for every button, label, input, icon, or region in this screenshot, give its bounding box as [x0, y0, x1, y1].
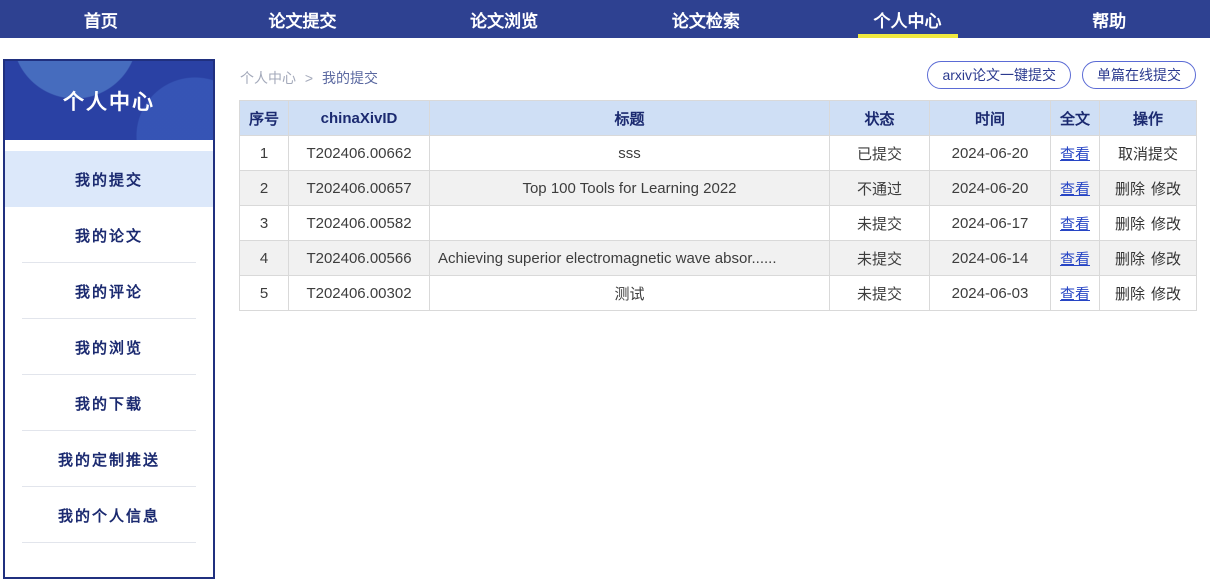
table-row: 2 T202406.00657 Top 100 Tools for Learni…: [239, 170, 1197, 206]
sidebar-item-my-profile[interactable]: 我的个人信息: [5, 487, 213, 543]
cell-no: 1: [239, 135, 289, 171]
nav-item-paper-submit[interactable]: 论文提交: [202, 0, 404, 38]
table-row: 4 T202406.00566 Achieving superior elect…: [239, 240, 1197, 276]
main-content: 个人中心 > 我的提交 arxiv论文一键提交 单篇在线提交 序号 chinaX…: [239, 59, 1197, 541]
breadcrumb: 个人中心 > 我的提交: [240, 68, 378, 88]
top-navbar: 首页 论文提交 论文浏览 论文检索 个人中心 帮助: [0, 0, 1210, 38]
sidebar-item-my-browsing[interactable]: 我的浏览: [5, 319, 213, 375]
cell-chinaxivid: T202406.00302: [288, 275, 430, 311]
submit-actions: arxiv论文一键提交 单篇在线提交: [927, 61, 1196, 89]
modify-link[interactable]: 修改: [1151, 181, 1181, 198]
cell-chinaxivid: T202406.00662: [288, 135, 430, 171]
nav-item-paper-browse[interactable]: 论文浏览: [403, 0, 605, 38]
cancel-submit-link[interactable]: 取消提交: [1118, 146, 1178, 163]
cell-title: [429, 205, 830, 241]
cell-chinaxivid: T202406.00657: [288, 170, 430, 206]
cell-title: sss: [429, 135, 830, 171]
cell-status: 已提交: [829, 135, 930, 171]
modify-link[interactable]: 修改: [1151, 251, 1181, 268]
cell-date: 2024-06-17: [929, 205, 1051, 241]
cell-date: 2024-06-20: [929, 135, 1051, 171]
cell-chinaxivid: T202406.00582: [288, 205, 430, 241]
table-row: 3 T202406.00582 未提交 2024-06-17 查看 删除 修改: [239, 205, 1197, 241]
cell-status: 未提交: [829, 275, 930, 311]
cell-title: Top 100 Tools for Learning 2022: [429, 170, 830, 206]
cell-date: 2024-06-20: [929, 170, 1051, 206]
arxiv-one-click-submit-button[interactable]: arxiv论文一键提交: [927, 61, 1071, 89]
sidebar-item-my-submissions[interactable]: 我的提交: [5, 151, 213, 207]
sidebar-item-my-comments[interactable]: 我的评论: [5, 263, 213, 319]
nav-item-personal-center[interactable]: 个人中心: [807, 0, 1009, 38]
view-fulltext-link[interactable]: 查看: [1060, 286, 1090, 303]
single-online-submit-button[interactable]: 单篇在线提交: [1082, 61, 1196, 89]
sidebar-item-my-downloads[interactable]: 我的下载: [5, 375, 213, 431]
modify-link[interactable]: 修改: [1151, 216, 1181, 233]
breadcrumb-separator: >: [304, 70, 314, 86]
cell-status: 未提交: [829, 240, 930, 276]
cell-date: 2024-06-14: [929, 240, 1051, 276]
view-fulltext-link[interactable]: 查看: [1060, 181, 1090, 198]
modify-link[interactable]: 修改: [1151, 286, 1181, 303]
header-no: 序号: [239, 100, 289, 136]
nav-item-personal-center-label: 个人中心: [873, 11, 942, 31]
header-action: 操作: [1099, 100, 1197, 136]
delete-link[interactable]: 删除: [1115, 216, 1145, 233]
cell-no: 3: [239, 205, 289, 241]
header-status: 状态: [829, 100, 930, 136]
cell-title: 测试: [429, 275, 830, 311]
breadcrumb-parent[interactable]: 个人中心: [240, 70, 296, 86]
cell-no: 2: [239, 170, 289, 206]
table-header-row: 序号 chinaXivID 标题 状态 时间 全文 操作: [239, 100, 1197, 136]
view-fulltext-link[interactable]: 查看: [1060, 216, 1090, 233]
active-tab-underline: [857, 34, 958, 38]
nav-item-home[interactable]: 首页: [0, 0, 202, 38]
header-fulltext: 全文: [1050, 100, 1100, 136]
header-title: 标题: [429, 100, 830, 136]
view-fulltext-link[interactable]: 查看: [1060, 146, 1090, 163]
view-fulltext-link[interactable]: 查看: [1060, 251, 1090, 268]
cell-title: Achieving superior electromagnetic wave …: [429, 240, 830, 276]
delete-link[interactable]: 删除: [1115, 181, 1145, 198]
breadcrumb-current: 我的提交: [321, 70, 378, 86]
sidebar-item-my-custom-push[interactable]: 我的定制推送: [5, 431, 213, 487]
nav-item-paper-search[interactable]: 论文检索: [605, 0, 807, 38]
submissions-table: 序号 chinaXivID 标题 状态 时间 全文 操作 1 T202406.0…: [239, 100, 1197, 311]
cell-status: 未提交: [829, 205, 930, 241]
cell-status: 不通过: [829, 170, 930, 206]
sidebar-title: 个人中心: [5, 61, 213, 140]
header-date: 时间: [929, 100, 1051, 136]
personal-center-sidebar: 个人中心 我的提交 我的论文 我的评论 我的浏览 我的下载 我的定制推送 我的个…: [3, 59, 215, 579]
delete-link[interactable]: 删除: [1115, 251, 1145, 268]
table-row: 5 T202406.00302 测试 未提交 2024-06-03 查看 删除修…: [239, 275, 1197, 311]
cell-date: 2024-06-03: [929, 275, 1051, 311]
cell-no: 4: [239, 240, 289, 276]
sidebar-menu: 我的提交 我的论文 我的评论 我的浏览 我的下载 我的定制推送 我的个人信息: [5, 140, 213, 543]
cell-no: 5: [239, 275, 289, 311]
cell-chinaxivid: T202406.00566: [288, 240, 430, 276]
table-row: 1 T202406.00662 sss 已提交 2024-06-20 查看 取消…: [239, 135, 1197, 171]
nav-item-help[interactable]: 帮助: [1008, 0, 1210, 38]
sidebar-item-my-papers[interactable]: 我的论文: [5, 207, 213, 263]
header-chinaxivid: chinaXivID: [288, 100, 430, 136]
delete-link[interactable]: 删除: [1115, 286, 1145, 303]
